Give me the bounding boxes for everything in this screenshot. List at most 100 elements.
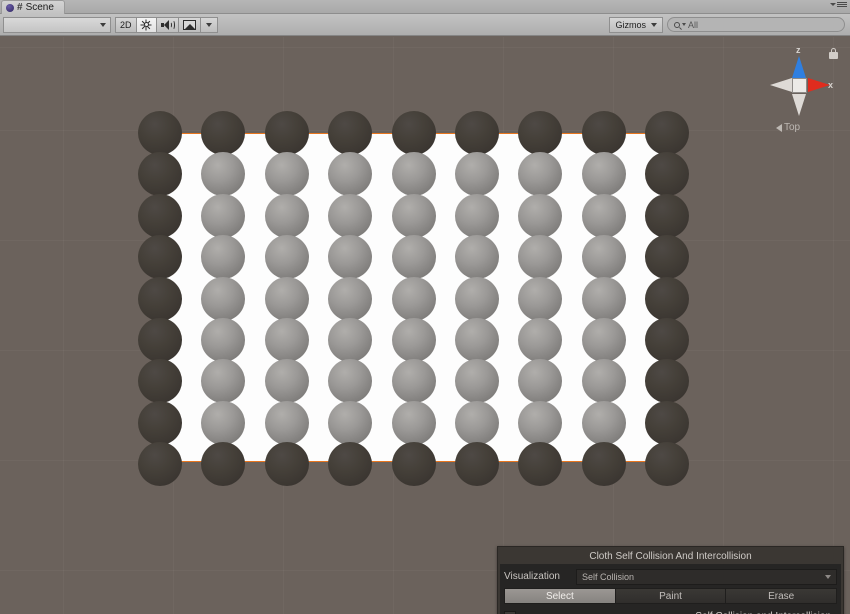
cloth-tool-erase-button[interactable]: Erase <box>725 588 837 604</box>
gizmo-axis-x-negative[interactable] <box>770 78 792 92</box>
cloth-particle[interactable] <box>138 235 182 279</box>
cloth-particle[interactable] <box>392 359 436 403</box>
cloth-particle[interactable] <box>265 401 309 445</box>
gizmos-dropdown[interactable]: Gizmos <box>609 17 663 33</box>
gizmo-axis-z-positive[interactable] <box>792 56 806 78</box>
cloth-particle[interactable] <box>645 235 689 279</box>
cloth-particle[interactable] <box>265 235 309 279</box>
cloth-particle[interactable] <box>645 442 689 486</box>
cloth-particle[interactable] <box>455 111 499 155</box>
cloth-tool-paint-button[interactable]: Paint <box>615 588 726 604</box>
cloth-particle[interactable] <box>201 277 245 321</box>
cloth-particle[interactable] <box>392 401 436 445</box>
cloth-particle[interactable] <box>455 194 499 238</box>
cloth-particle[interactable] <box>138 194 182 238</box>
cloth-particle[interactable] <box>455 401 499 445</box>
cloth-particle[interactable] <box>265 111 309 155</box>
cloth-particle[interactable] <box>392 235 436 279</box>
cloth-particle[interactable] <box>201 401 245 445</box>
cloth-particle[interactable] <box>392 152 436 196</box>
cloth-particle[interactable] <box>582 111 626 155</box>
gizmo-view-label[interactable]: Top <box>776 122 800 133</box>
window-menu-icon[interactable] <box>830 2 847 7</box>
cloth-particle[interactable] <box>265 194 309 238</box>
cloth-particle[interactable] <box>138 442 182 486</box>
cloth-particle[interactable] <box>265 442 309 486</box>
cloth-particle[interactable] <box>138 401 182 445</box>
cloth-particle[interactable] <box>265 152 309 196</box>
cloth-particle[interactable] <box>328 401 372 445</box>
cloth-particle[interactable] <box>582 442 626 486</box>
toggle-effects-button[interactable] <box>178 17 200 33</box>
gizmo-center-cube[interactable] <box>792 78 807 93</box>
cloth-particle[interactable] <box>645 277 689 321</box>
scene-viewport[interactable]: z x Top Cloth Self Collision And Interco… <box>0 37 850 614</box>
cloth-particle[interactable] <box>518 194 562 238</box>
cloth-particle[interactable] <box>645 111 689 155</box>
cloth-particle[interactable] <box>328 318 372 362</box>
search-icon <box>674 22 680 28</box>
cloth-particle[interactable] <box>392 277 436 321</box>
cloth-particle[interactable] <box>582 401 626 445</box>
cloth-particle[interactable] <box>328 194 372 238</box>
toggle-audio-button[interactable] <box>156 17 178 33</box>
cloth-particle[interactable] <box>201 194 245 238</box>
cloth-particle[interactable] <box>645 318 689 362</box>
cloth-particle[interactable] <box>518 401 562 445</box>
cloth-particle[interactable] <box>328 442 372 486</box>
speaker-icon <box>161 20 174 30</box>
tab-scene[interactable]: # Scene <box>1 0 65 14</box>
cloth-particle[interactable] <box>518 277 562 321</box>
cloth-particle[interactable] <box>392 111 436 155</box>
cloth-particle[interactable] <box>455 318 499 362</box>
cloth-particle[interactable] <box>582 152 626 196</box>
cloth-particle[interactable] <box>518 442 562 486</box>
lock-icon[interactable] <box>829 48 838 59</box>
cloth-particle[interactable] <box>392 318 436 362</box>
cloth-particle[interactable] <box>582 194 626 238</box>
cloth-particle[interactable] <box>138 277 182 321</box>
cloth-particle[interactable] <box>582 277 626 321</box>
cloth-particle[interactable] <box>328 277 372 321</box>
toggle-2d-button[interactable]: 2D <box>115 17 136 33</box>
cloth-tool-select-button[interactable]: Select <box>504 588 615 604</box>
cloth-toggle-row[interactable]: Self Collision and Intercollision <box>504 608 837 614</box>
cloth-particle[interactable] <box>265 318 309 362</box>
gizmo-axis-z-negative[interactable] <box>792 94 806 116</box>
checkbox[interactable] <box>504 611 516 614</box>
cloth-particle[interactable] <box>138 318 182 362</box>
gizmo-axis-z-label: z <box>796 45 801 55</box>
effects-dropdown-button[interactable] <box>200 17 218 33</box>
shading-mode-dropdown[interactable] <box>3 17 111 33</box>
cloth-particle[interactable] <box>265 359 309 403</box>
cloth-particle[interactable] <box>645 359 689 403</box>
left-arrow-icon <box>776 124 782 132</box>
grid-line-vertical <box>723 37 724 614</box>
cloth-particle[interactable] <box>645 152 689 196</box>
visualization-dropdown[interactable]: Self Collision <box>576 569 837 585</box>
cloth-particle[interactable] <box>645 194 689 238</box>
cloth-particle[interactable] <box>582 235 626 279</box>
visualization-label: Visualization <box>504 571 576 582</box>
cloth-particle[interactable] <box>645 401 689 445</box>
cloth-particle[interactable] <box>265 277 309 321</box>
cloth-particle[interactable] <box>582 359 626 403</box>
cloth-particle[interactable] <box>455 442 499 486</box>
cloth-particle[interactable] <box>392 442 436 486</box>
gizmo-view-name: Top <box>784 122 800 133</box>
chevron-down-icon <box>100 23 106 27</box>
scene-view-gizmo[interactable]: z x Top <box>754 40 842 150</box>
scene-search-field[interactable]: All <box>667 17 845 32</box>
cloth-particle[interactable] <box>201 442 245 486</box>
visualization-value: Self Collision <box>582 572 634 582</box>
cloth-particle[interactable] <box>138 111 182 155</box>
toolbar-button-group: 2D <box>115 17 218 33</box>
cloth-particle[interactable] <box>392 194 436 238</box>
cloth-self-collision-panel[interactable]: Cloth Self Collision And Intercollision … <box>497 546 844 614</box>
cloth-particle[interactable] <box>328 111 372 155</box>
cloth-particle[interactable] <box>582 318 626 362</box>
toggle-lighting-button[interactable] <box>136 17 156 33</box>
cloth-particle[interactable] <box>455 235 499 279</box>
gizmo-axis-x-positive[interactable] <box>808 78 830 92</box>
cloth-particle[interactable] <box>455 277 499 321</box>
